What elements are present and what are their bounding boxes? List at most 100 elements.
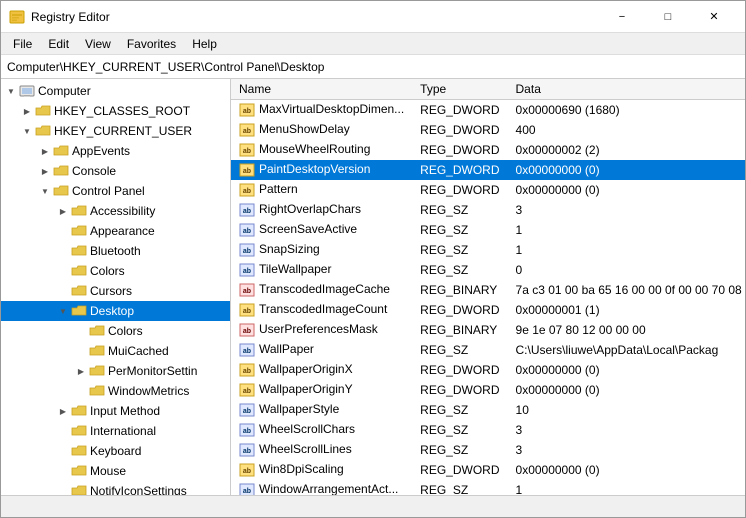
row-data: 0x00000000 (0)	[508, 180, 745, 200]
folder-icon-appevents	[53, 143, 69, 159]
reg-value-icon: ab	[239, 302, 255, 318]
tree-node-appearance[interactable]: Appearance	[1, 221, 230, 241]
table-row[interactable]: abSnapSizingREG_SZ1	[231, 240, 745, 260]
row-name: MouseWheelRouting	[259, 142, 370, 156]
folder-icon-permonitor	[89, 363, 105, 379]
reg-value-icon: ab	[239, 442, 255, 458]
table-row[interactable]: abWallpaperOriginYREG_DWORD0x00000000 (0…	[231, 380, 745, 400]
tree-node-control-panel[interactable]: ▼ Control Panel	[1, 181, 230, 495]
table-row[interactable]: abPaintDesktopVersionREG_DWORD0x00000000…	[231, 160, 745, 180]
tree-node-desktop-colors[interactable]: Colors	[1, 321, 230, 341]
close-button[interactable]: ✕	[691, 1, 737, 33]
tree-node-colors[interactable]: Colors	[1, 261, 230, 281]
tree-panel[interactable]: ▼ Computer ▶	[1, 79, 231, 495]
registry-table: Name Type Data abMaxVirtualDesktopDimen.…	[231, 79, 745, 495]
tree-node-keyboard[interactable]: Keyboard	[1, 441, 230, 461]
current-user-children: ▶ AppEvents ▶	[1, 141, 230, 495]
table-row[interactable]: abMouseWheelRoutingREG_DWORD0x00000002 (…	[231, 140, 745, 160]
svg-text:ab: ab	[243, 348, 251, 355]
tree-node-notifyicon[interactable]: NotifyIconSettings	[1, 481, 230, 495]
svg-text:ab: ab	[243, 148, 251, 155]
computer-children: ▶ HKEY_CLASSES_ROOT ▼	[1, 101, 230, 495]
table-row[interactable]: abTranscodedImageCacheREG_BINARY7a c3 01…	[231, 280, 745, 300]
table-row[interactable]: abWheelScrollCharsREG_SZ3	[231, 420, 745, 440]
tree-node-bluetooth[interactable]: Bluetooth	[1, 241, 230, 261]
table-row[interactable]: abPatternREG_DWORD0x00000000 (0)	[231, 180, 745, 200]
menu-item-file[interactable]: File	[5, 35, 40, 53]
svg-text:ab: ab	[243, 328, 251, 335]
tree-node-accessibility[interactable]: ▶ Accessibility	[1, 201, 230, 221]
row-name: TileWallpaper	[259, 262, 331, 276]
table-row[interactable]: abMaxVirtualDesktopDimen...REG_DWORD0x00…	[231, 100, 745, 121]
row-type: REG_SZ	[412, 400, 507, 420]
menu-item-help[interactable]: Help	[184, 35, 225, 53]
tree-node-windowmetrics[interactable]: WindowMetrics	[1, 381, 230, 401]
table-row[interactable]: abRightOverlapCharsREG_SZ3	[231, 200, 745, 220]
table-row[interactable]: abUserPreferencesMaskREG_BINARY9e 1e 07 …	[231, 320, 745, 340]
row-data: 0x00000000 (0)	[508, 360, 745, 380]
reg-value-icon: ab	[239, 362, 255, 378]
maximize-button[interactable]: □	[645, 1, 691, 33]
tree-node-mouse[interactable]: Mouse	[1, 461, 230, 481]
svg-text:ab: ab	[243, 128, 251, 135]
reg-value-icon: ab	[239, 422, 255, 438]
app-icon	[9, 9, 25, 25]
tree-node-cursors[interactable]: Cursors	[1, 281, 230, 301]
row-type: REG_BINARY	[412, 320, 507, 340]
muicached-label: MuiCached	[108, 344, 169, 358]
row-name: Pattern	[259, 182, 298, 196]
colors-label: Colors	[90, 264, 125, 278]
menu-item-view[interactable]: View	[77, 35, 119, 53]
detail-panel[interactable]: Name Type Data abMaxVirtualDesktopDimen.…	[231, 79, 745, 495]
desktop-colors-label: Colors	[108, 324, 143, 338]
minimize-button[interactable]: −	[599, 1, 645, 33]
table-row[interactable]: abWheelScrollLinesREG_SZ3	[231, 440, 745, 460]
row-name: ScreenSaveActive	[259, 222, 357, 236]
row-name: MenuShowDelay	[259, 122, 350, 136]
col-name[interactable]: Name	[231, 79, 412, 100]
tree-node-current-user[interactable]: ▼ HKEY_CURRENT_USER ▶	[1, 121, 230, 495]
table-row[interactable]: abScreenSaveActiveREG_SZ1	[231, 220, 745, 240]
expand-icon-inputmethod: ▶	[55, 403, 71, 419]
tree-node-appevents[interactable]: ▶ AppEvents	[1, 141, 230, 161]
address-path: Computer\HKEY_CURRENT_USER\Control Panel…	[7, 60, 324, 74]
bluetooth-label: Bluetooth	[90, 244, 141, 258]
menu-item-favorites[interactable]: Favorites	[119, 35, 184, 53]
row-data: 9e 1e 07 80 12 00 00 00	[508, 320, 745, 340]
expand-icon-computer: ▼	[3, 83, 19, 99]
row-name: WheelScrollChars	[259, 422, 355, 436]
windowmetrics-label: WindowMetrics	[108, 384, 189, 398]
col-data[interactable]: Data	[508, 79, 745, 100]
tree-node-muicached[interactable]: MuiCached	[1, 341, 230, 361]
table-row[interactable]: abWin8DpiScalingREG_DWORD0x00000000 (0)	[231, 460, 745, 480]
expand-icon-console: ▶	[37, 163, 53, 179]
svg-text:ab: ab	[243, 108, 251, 115]
table-row[interactable]: abWallpaperOriginXREG_DWORD0x00000000 (0…	[231, 360, 745, 380]
table-row[interactable]: abWallpaperStyleREG_SZ10	[231, 400, 745, 420]
row-name: WallPaper	[259, 342, 314, 356]
row-type: REG_DWORD	[412, 360, 507, 380]
row-type: REG_DWORD	[412, 140, 507, 160]
tree-node-permonitor[interactable]: ▶ PerMonitorSettin	[1, 361, 230, 381]
col-type[interactable]: Type	[412, 79, 507, 100]
reg-value-icon: ab	[239, 342, 255, 358]
row-type: REG_DWORD	[412, 460, 507, 480]
table-row[interactable]: abMenuShowDelayREG_DWORD400	[231, 120, 745, 140]
tree-node-desktop[interactable]: ▼ Desktop	[1, 301, 230, 401]
table-row[interactable]: abTileWallpaperREG_SZ0	[231, 260, 745, 280]
folder-icon-mouse	[71, 463, 87, 479]
control-panel-children: ▶ Accessibility	[1, 201, 230, 495]
menu-item-edit[interactable]: Edit	[40, 35, 77, 53]
tree-node-international[interactable]: International	[1, 421, 230, 441]
svg-text:ab: ab	[243, 268, 251, 275]
row-type: REG_SZ	[412, 260, 507, 280]
tree-node-classes-root[interactable]: ▶ HKEY_CLASSES_ROOT	[1, 101, 230, 121]
tree-node-inputmethod[interactable]: ▶ Input Method	[1, 401, 230, 421]
row-data: 1	[508, 480, 745, 495]
table-row[interactable]: abWallPaperREG_SZC:\Users\liuwe\AppData\…	[231, 340, 745, 360]
tree-node-computer[interactable]: ▼ Computer ▶	[1, 81, 230, 495]
table-row[interactable]: abWindowArrangementAct...REG_SZ1	[231, 480, 745, 495]
tree-node-console[interactable]: ▶ Console	[1, 161, 230, 181]
table-row[interactable]: abTranscodedImageCountREG_DWORD0x0000000…	[231, 300, 745, 320]
desktop-children: Colors	[1, 321, 230, 401]
